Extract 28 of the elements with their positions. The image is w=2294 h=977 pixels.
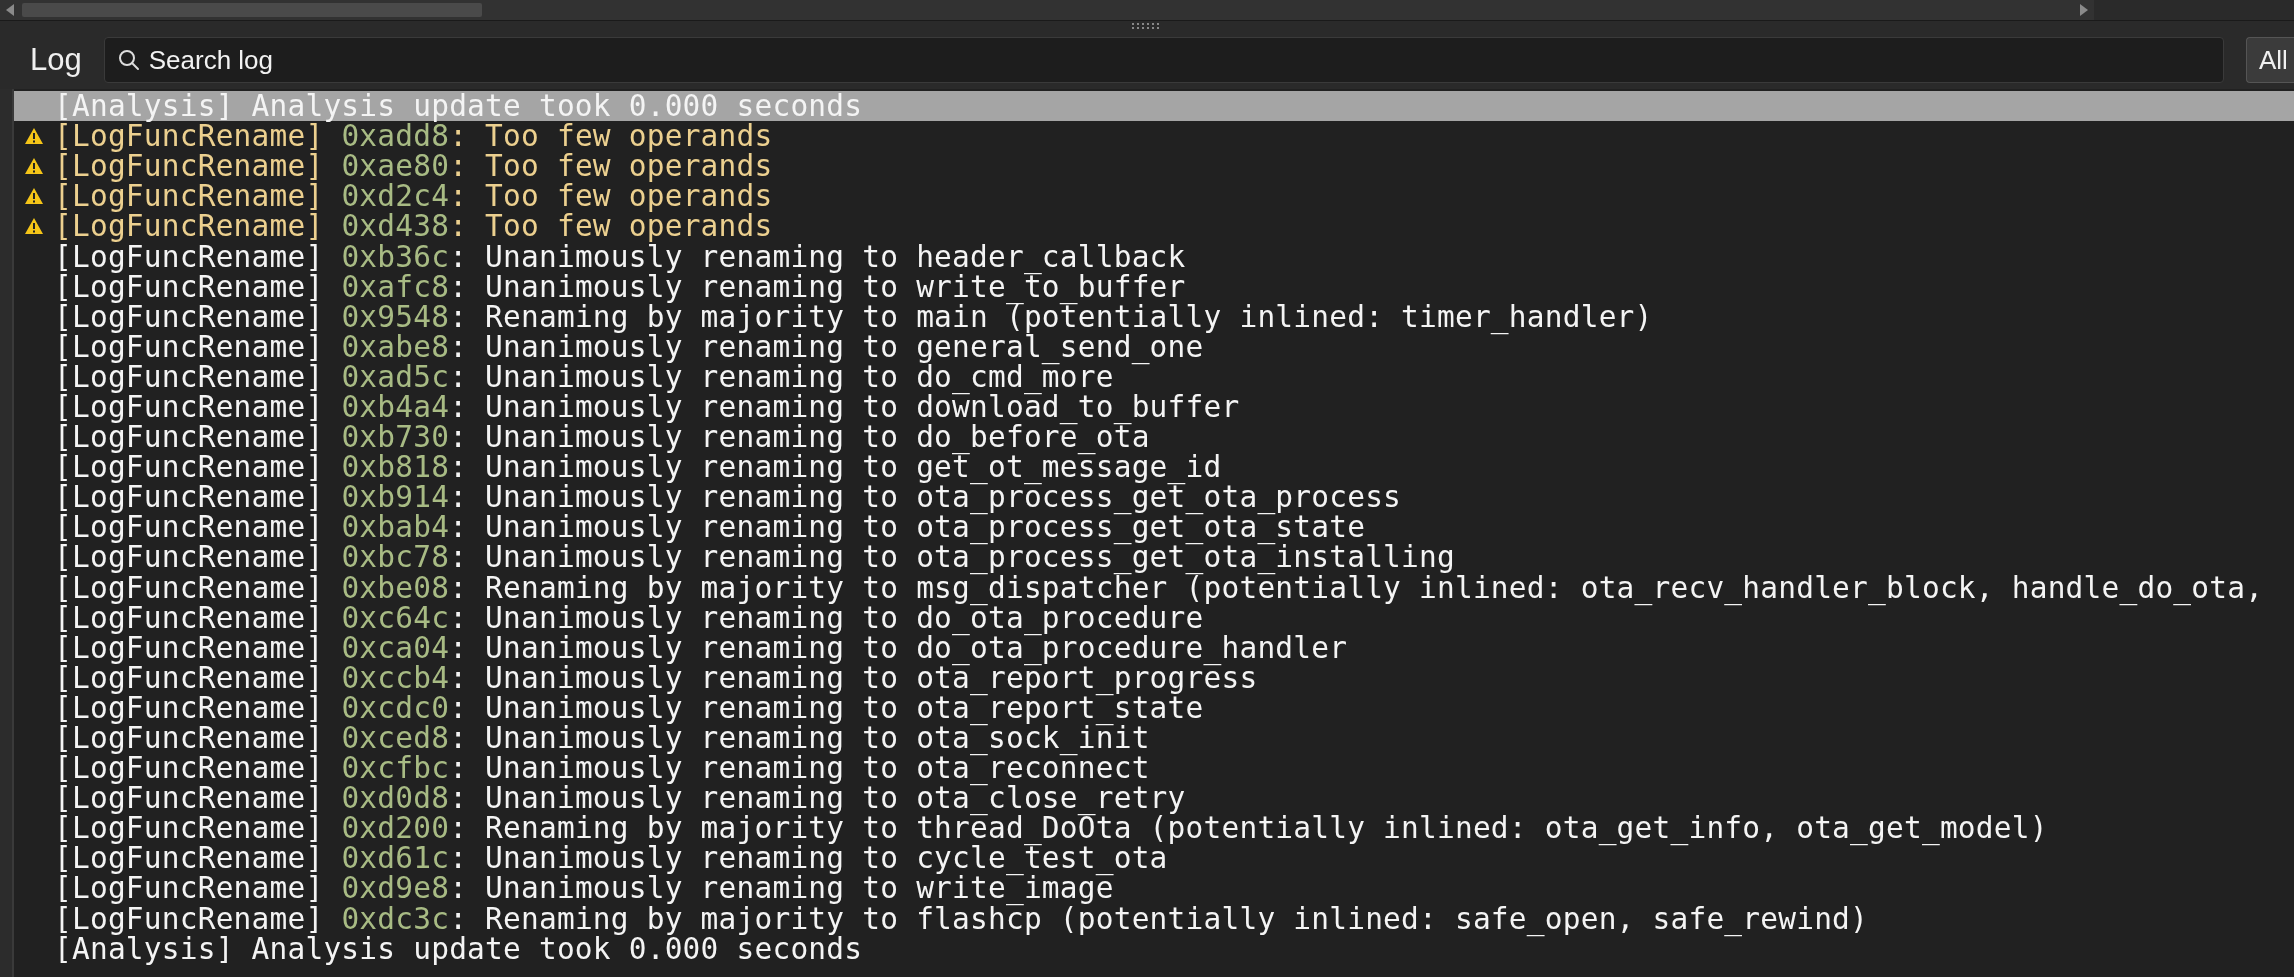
panel-title: Log xyxy=(30,42,82,78)
log-row[interactable]: [LogFuncRename] 0xadd8: Too few operands xyxy=(14,121,2294,152)
log-line: [LogFuncRename] 0xae80: Too few operands xyxy=(54,151,773,182)
log-line: [Analysis] Analysis update took 0.000 seconds xyxy=(54,91,863,122)
filter-button[interactable]: All xyxy=(2246,37,2294,83)
splitter-grip-icon[interactable] xyxy=(1132,23,1162,29)
log-row[interactable]: [LogFuncRename] 0xb730: Unanimously renaming to do_before_ota xyxy=(14,422,2294,453)
log-row[interactable]: [LogFuncRename] 0xd2c4: Too few operands xyxy=(14,181,2294,212)
log-row[interactable]: [LogFuncRename] 0xb818: Unanimously renaming to get_ot_message_id xyxy=(14,452,2294,483)
log-line: [LogFuncRename] 0xb730: Unanimously renaming to do_before_ota xyxy=(54,422,1150,453)
scroll-left-icon[interactable] xyxy=(6,4,16,16)
log-row[interactable]: [LogFuncRename] 0xd0d8: Unanimously renaming to ota_close_retry xyxy=(14,783,2294,814)
log-line: [LogFuncRename] 0xd438: Too few operands xyxy=(54,211,773,242)
warning-icon xyxy=(25,218,43,235)
log-line: [LogFuncRename] 0xd61c: Unanimously renaming to cycle_test_ota xyxy=(54,843,1168,874)
warning-icon xyxy=(25,128,43,145)
scrollbar-thumb[interactable] xyxy=(22,3,482,17)
log-line: [LogFuncRename] 0xb818: Unanimously renaming to get_ot_message_id xyxy=(54,452,1222,483)
log-line: [LogFuncRename] 0xadd8: Too few operands xyxy=(54,121,773,152)
log-line: [LogFuncRename] 0xd2c4: Too few operands xyxy=(54,181,773,212)
log-row[interactable]: [LogFuncRename] 0xae80: Too few operands xyxy=(14,151,2294,182)
warning-icon xyxy=(25,188,43,205)
log-line: [LogFuncRename] 0xd0d8: Unanimously renaming to ota_close_retry xyxy=(54,783,1186,814)
scroll-right-icon[interactable] xyxy=(2078,4,2088,16)
horizontal-scrollbar[interactable] xyxy=(0,0,2094,20)
search-field[interactable]: Search log xyxy=(103,37,2224,83)
warning-icon xyxy=(25,158,43,175)
log-row[interactable]: [LogFuncRename] 0xd438: Too few operands xyxy=(14,211,2294,242)
